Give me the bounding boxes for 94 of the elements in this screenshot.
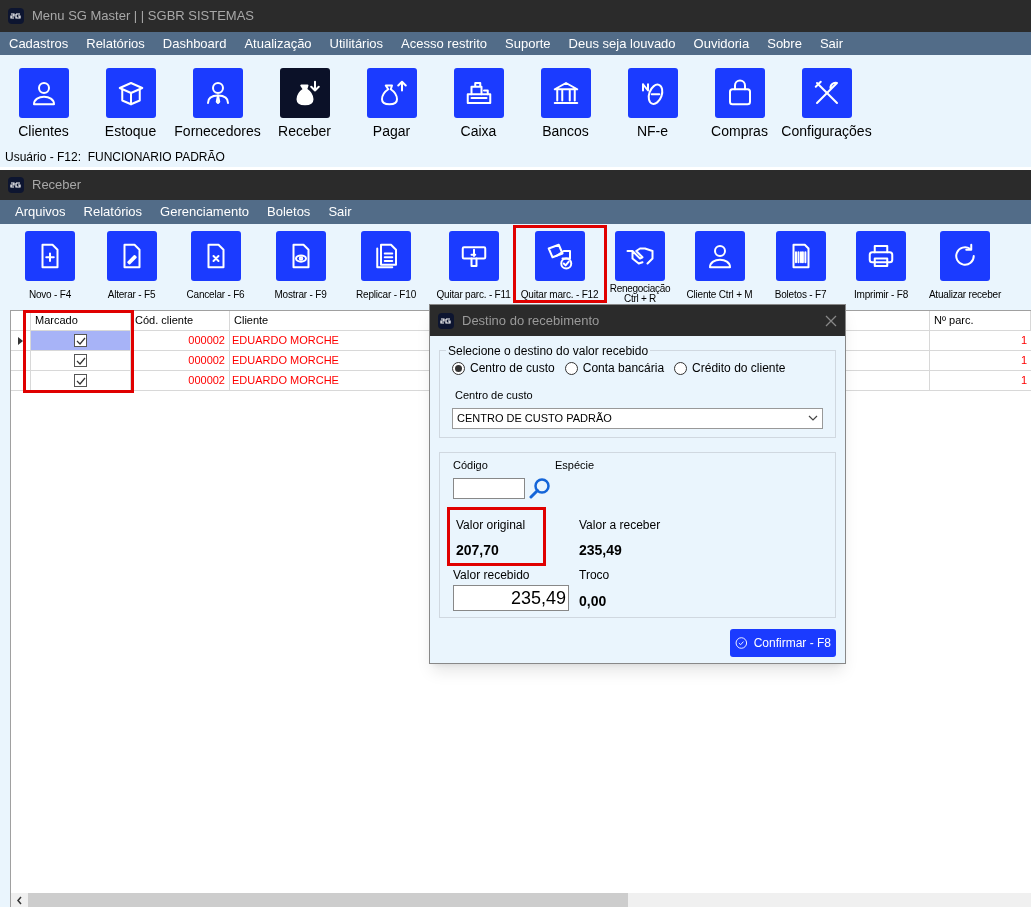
radio-button[interactable]: [674, 361, 688, 375]
module-button[interactable]: Receber: [261, 68, 348, 142]
menu-item[interactable]: Arquivos: [15, 202, 66, 222]
toolbar-label[interactable]: Novo - F4: [28, 289, 72, 301]
column-header: Nº parc.: [930, 311, 1031, 330]
toolbar-label[interactable]: Mostrar - F9: [274, 289, 327, 301]
toolbar-label[interactable]: Boletos - F7: [774, 289, 827, 301]
dialog-title: Destino do recebimento: [462, 311, 601, 330]
table-cell: 000002: [131, 331, 230, 350]
field-label: Código: [453, 457, 489, 473]
module-button[interactable]: Bancos: [522, 68, 609, 142]
toolbar-label[interactable]: Cliente Ctrl + M: [686, 289, 753, 301]
menu-item[interactable]: Ouvidoria: [693, 33, 750, 54]
toolbar-button[interactable]: [775, 231, 826, 281]
module-button[interactable]: Fornecedores: [174, 68, 261, 142]
check-circle-icon: [735, 634, 748, 652]
toolbar-label[interactable]: Cancelar - F6: [186, 289, 245, 301]
menu-item[interactable]: Sair: [328, 202, 352, 222]
toolbar-label[interactable]: Alterar - F5: [107, 289, 156, 301]
module-button[interactable]: Compras: [696, 68, 783, 142]
checkbox[interactable]: [74, 374, 87, 387]
menu-item[interactable]: Sobre: [767, 33, 802, 54]
field-label: Troco: [579, 567, 611, 584]
toolbar-button[interactable]: [448, 231, 499, 281]
toolbar-label[interactable]: Quitar parc. - F11: [436, 289, 511, 301]
field-label: Valor a receber: [579, 517, 662, 534]
menu-item[interactable]: Utilitários: [329, 33, 384, 54]
checkbox[interactable]: [74, 334, 87, 347]
amount-value: 207,70: [456, 541, 500, 560]
amount-value: 0,00: [579, 592, 608, 611]
table-cell: 000002: [131, 371, 230, 390]
menu-item[interactable]: Relatórios: [86, 33, 145, 54]
valor-recebido-field[interactable]: 235,49: [453, 585, 569, 611]
app-logo-icon: [8, 177, 24, 193]
column-header: Marcado: [31, 311, 131, 330]
user-status-text: Usuário - F12: FUNCIONARIO PADRÃO: [5, 149, 225, 166]
toolbar-button[interactable]: [25, 231, 75, 281]
toolbar-label[interactable]: Replicar - F10: [356, 289, 416, 301]
app-logo-icon: [438, 312, 454, 329]
menu-item[interactable]: Suporte: [505, 33, 551, 54]
field-label: Centro de custo: [455, 388, 534, 403]
toolbar-label[interactable]: Renegociação Ctrl + R: [605, 284, 675, 304]
toolbar-button[interactable]: [856, 231, 906, 281]
scrollbar-thumb[interactable]: [28, 893, 628, 907]
menu-item[interactable]: Deus seja louvado: [568, 33, 676, 54]
toolbar-button[interactable]: [615, 231, 665, 281]
confirm-button[interactable]: Confirmar - F8: [730, 629, 836, 657]
search-icon[interactable]: [529, 477, 551, 499]
table-cell: 000002: [131, 351, 230, 370]
radio-button[interactable]: [452, 361, 465, 375]
app-logo-icon: [8, 8, 24, 24]
menu-item[interactable]: Boletos: [267, 202, 311, 222]
toolbar-button[interactable]: [361, 231, 411, 281]
window-title: Receber: [32, 176, 82, 195]
row-pointer-icon: [18, 336, 23, 345]
chevron-down-icon: [808, 415, 818, 421]
menu-item[interactable]: Acesso restrito: [401, 33, 488, 54]
toolbar-button[interactable]: [190, 231, 241, 281]
codigo-field[interactable]: [453, 477, 525, 499]
amount-value: 235,49: [579, 541, 623, 560]
table-cell-text: 1: [1019, 353, 1028, 369]
menu-item[interactable]: Atualização: [244, 33, 312, 54]
toolbar-button[interactable]: [106, 231, 157, 281]
module-button[interactable]: Configurações: [783, 68, 870, 142]
field-label: Espécie: [555, 457, 595, 473]
module-button[interactable]: Pagar: [348, 68, 435, 142]
toolbar-label[interactable]: Atualizar receber: [928, 289, 1002, 301]
toolbar-button[interactable]: [694, 231, 745, 281]
table-cell-text: 1: [1019, 333, 1028, 349]
menu-item[interactable]: Relatórios: [83, 202, 143, 222]
table-cell-text: 1: [1019, 373, 1028, 389]
checkbox[interactable]: [74, 354, 87, 367]
scroll-left-icon[interactable]: [16, 895, 23, 905]
horizontal-scrollbar[interactable]: [11, 893, 1031, 907]
radio-button[interactable]: [564, 361, 578, 375]
module-button[interactable]: Clientes: [0, 68, 87, 142]
field-label: Valor recebido: [453, 567, 531, 584]
module-button[interactable]: Estoque: [87, 68, 174, 142]
menu-item[interactable]: Gerenciamento: [160, 202, 249, 222]
toolbar-button[interactable]: [534, 231, 585, 281]
menu-item[interactable]: Sair: [819, 33, 844, 54]
column-header: Cód. cliente: [131, 311, 230, 330]
field-label: Valor original: [456, 517, 527, 534]
toolbar-label[interactable]: Quitar marc. - F12: [520, 289, 599, 301]
toolbar-label[interactable]: Imprimir - F8: [853, 289, 909, 301]
menu-item[interactable]: Dashboard: [162, 33, 227, 54]
toolbar-button[interactable]: [275, 231, 326, 281]
menu-item[interactable]: Cadastros: [9, 33, 69, 54]
module-button[interactable]: NF-e: [609, 68, 696, 142]
module-button[interactable]: Caixa: [435, 68, 522, 142]
cost-center-dropdown[interactable]: CENTRO DE CUSTO PADRÃO: [452, 407, 823, 429]
close-icon[interactable]: [825, 314, 837, 327]
window-title: Menu SG Master | | SGBR SISTEMAS: [32, 7, 255, 26]
toolbar-button[interactable]: [940, 231, 990, 281]
